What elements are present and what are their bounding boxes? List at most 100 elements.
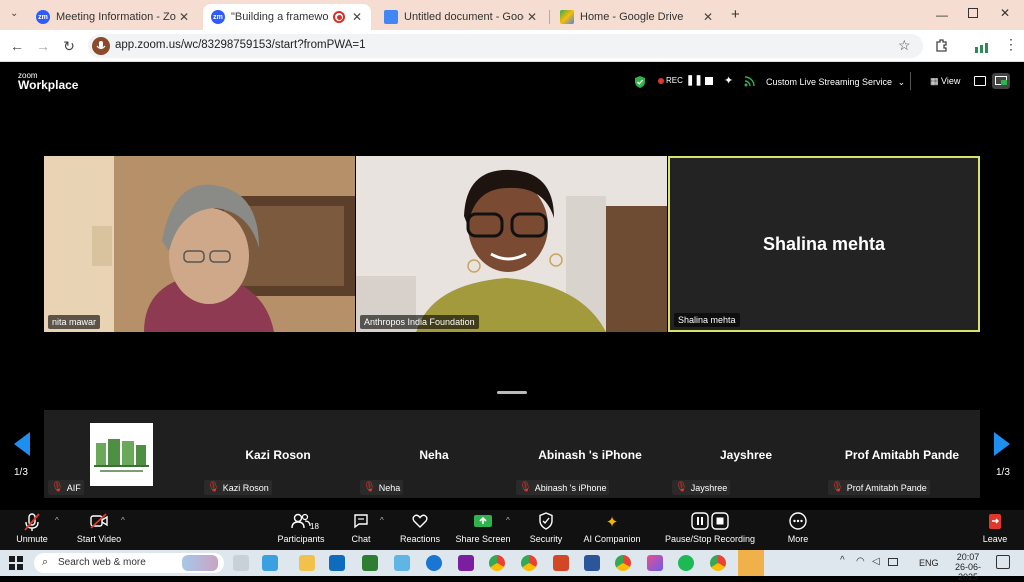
tab-building-framework[interactable]: zm "Building a framework for h ✕	[203, 4, 371, 30]
site-permission-icon[interactable]	[92, 37, 110, 55]
video-tile-anthropos[interactable]: Anthropos India Foundation	[356, 156, 667, 332]
chrome-pwa-icon[interactable]	[710, 555, 726, 571]
omnibox[interactable]: app.zoom.us/wc/83298759153/start?fromPWA…	[88, 34, 923, 58]
gallery-tile-jayshree[interactable]: Jayshree 🎙 Jayshree	[668, 410, 824, 498]
active-app-icon[interactable]	[738, 550, 764, 576]
mic-muted-icon: 🎙	[519, 482, 532, 493]
more-dots-icon	[758, 512, 838, 534]
url-text: app.zoom.us/wc/83298759153/start?fromPWA…	[115, 39, 366, 51]
video-tile-nita-mawar[interactable]: nita mawar	[44, 156, 355, 332]
participant-name: AIF	[66, 482, 81, 493]
notifications-icon[interactable]	[996, 555, 1010, 569]
windows-taskbar: ⌕ Search web & more ^ ◠ ◁ ENG 20:07 26-0…	[0, 550, 1024, 582]
google-drive-icon	[560, 10, 574, 24]
leave-button[interactable]: Leave	[955, 512, 1024, 544]
zoom-icon: zm	[36, 10, 50, 24]
tab-search-icon[interactable]: ⌄	[10, 8, 18, 19]
spotify-icon[interactable]	[678, 555, 694, 571]
leave-icon	[955, 512, 1024, 534]
copilot-icon[interactable]	[394, 555, 410, 571]
windows-start-icon[interactable]	[9, 556, 23, 570]
live-stream-icon[interactable]	[744, 74, 756, 87]
battery-icon[interactable]	[888, 558, 898, 566]
gallery-tile-prof-amitabh-pande[interactable]: Prof Amitabh Pande 🎙 Prof Amitabh Pande	[824, 410, 980, 498]
resize-handle[interactable]	[497, 391, 527, 394]
minimize-meeting-icon[interactable]	[974, 76, 986, 86]
new-tab-button[interactable]: +	[731, 6, 740, 23]
participant-display-name: Kazi Roson	[245, 448, 311, 462]
close-window-button[interactable]: ✕	[1000, 6, 1010, 20]
chrome-profile-icon[interactable]	[521, 555, 537, 571]
participant-name-badge: 🎙 Abinash 's iPhone	[516, 480, 610, 495]
input-language[interactable]: ENG	[919, 558, 939, 568]
menu-kebab-icon[interactable]: ⋮	[1004, 36, 1018, 53]
edge-icon[interactable]	[426, 555, 442, 571]
taskbar-search-box[interactable]: ⌕ Search web & more	[34, 553, 224, 573]
clock[interactable]: 20:07 26-06-2025	[948, 552, 988, 582]
bookmark-star-icon[interactable]: ☆	[898, 37, 911, 54]
chrome-icon[interactable]	[489, 555, 505, 571]
mic-muted-icon: 🎙	[831, 482, 844, 493]
participant-name: Jayshree	[690, 482, 728, 493]
address-bar-row: ← → ↻ app.zoom.us/wc/83298759153/start?f…	[0, 30, 1024, 62]
gallery-tile-abinash-iphone[interactable]: Abinash 's iPhone 🎙 Abinash 's iPhone	[512, 410, 668, 498]
file-explorer-icon[interactable]	[299, 555, 315, 571]
search-placeholder: Search web & more	[58, 557, 146, 568]
task-view-icon[interactable]	[233, 555, 249, 571]
close-icon[interactable]: ✕	[700, 10, 716, 24]
pause-recording-icon[interactable]: ❚❚	[686, 75, 703, 86]
picture-in-picture-icon[interactable]	[992, 73, 1010, 89]
forward-button[interactable]: →	[34, 37, 52, 55]
photos-icon[interactable]	[458, 555, 474, 571]
view-button[interactable]: ▦ View	[930, 76, 960, 87]
ai-companion-label: AI Companion	[583, 534, 641, 544]
profile-extension-icon[interactable]	[974, 40, 990, 53]
close-icon[interactable]: ✕	[349, 10, 365, 24]
reload-button[interactable]: ↻	[60, 37, 78, 55]
video-tile-shalina-mehta[interactable]: Shalina mehta Shalina mehta	[668, 156, 980, 332]
page-indicator-right: 1/3	[996, 467, 1010, 478]
live-streaming-service-dropdown[interactable]: Custom Live Streaming Service ⌄	[766, 77, 905, 88]
chrome-app-icon[interactable]	[615, 555, 631, 571]
more-button[interactable]: More	[758, 512, 838, 544]
word-icon[interactable]	[584, 555, 600, 571]
minimize-button[interactable]: —	[936, 8, 948, 22]
widgets-icon[interactable]	[262, 555, 278, 571]
sparkle-icon: ✦	[605, 514, 619, 531]
copilot-app-icon[interactable]	[647, 555, 663, 571]
sparkle-icon[interactable]: ✦	[724, 74, 733, 87]
powerpoint-icon[interactable]	[553, 555, 569, 571]
tab-meeting-information[interactable]: zm Meeting Information - Zoom ✕	[28, 4, 198, 30]
wifi-icon[interactable]: ◠	[856, 556, 865, 567]
close-icon[interactable]: ✕	[176, 10, 192, 24]
extensions-icon[interactable]	[935, 38, 949, 52]
volume-icon[interactable]: ◁	[872, 556, 880, 567]
start-video-button[interactable]: Start Video	[59, 512, 139, 544]
gallery-tile-neha[interactable]: Neha 🎙 Neha	[356, 410, 512, 498]
participant-name-badge: Anthropos India Foundation	[360, 315, 479, 329]
ai-companion-button[interactable]: ✦ AI Companion	[572, 512, 652, 544]
gallery-tile-kazi-roson[interactable]: Kazi Roson 🎙 Kazi Roson	[200, 410, 356, 498]
participant-display-name: Prof Amitabh Pande	[844, 448, 960, 462]
stop-recording-icon[interactable]	[705, 77, 713, 85]
participant-name-badge: 🎙 Jayshree	[672, 480, 731, 495]
shield-check-icon[interactable]	[634, 75, 646, 88]
maximize-button[interactable]	[968, 8, 978, 18]
tab-separator	[549, 10, 550, 24]
participant-display-name: Shalina mehta	[762, 234, 886, 254]
zoom-workplace-label: Workplace	[18, 78, 79, 92]
back-button[interactable]: ←	[8, 37, 26, 55]
participant-name-badge: 🎙 Neha	[360, 480, 404, 495]
previous-page-arrow-icon[interactable]	[12, 430, 32, 458]
close-icon[interactable]: ✕	[524, 10, 540, 24]
store-icon[interactable]	[362, 555, 378, 571]
next-page-arrow-icon[interactable]	[992, 430, 1012, 458]
outlook-icon[interactable]	[329, 555, 345, 571]
tab-google-drive[interactable]: Home - Google Drive ✕	[552, 4, 722, 30]
video-options-caret[interactable]: ^	[121, 516, 125, 525]
tab-untitled-document[interactable]: Untitled document - Google Do ✕	[376, 4, 546, 30]
pause-stop-recording-button[interactable]: Pause/Stop Recording	[660, 512, 760, 544]
participant-video	[356, 156, 667, 332]
show-hidden-icons-chevron[interactable]: ^	[840, 555, 845, 566]
gallery-tile-aif[interactable]: 🎙 AIF	[44, 410, 200, 498]
